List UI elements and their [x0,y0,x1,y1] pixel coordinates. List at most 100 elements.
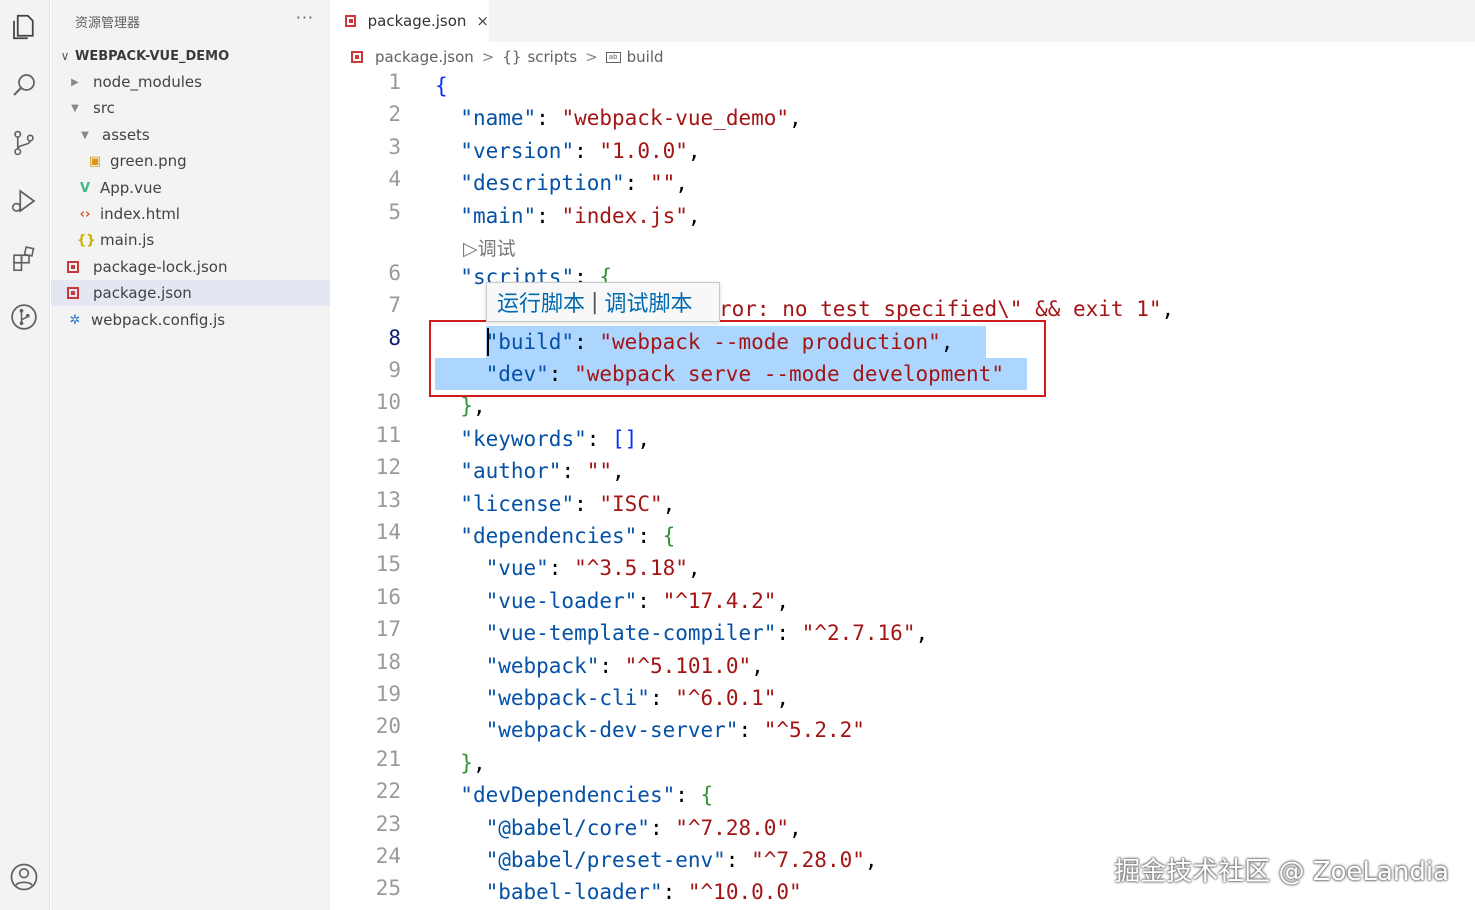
line-number: 9 [388,358,401,382]
tree-item-green-png[interactable]: ▣ green.png [51,148,330,174]
explorer-sidebar: 资源管理器 ··· ∨ WEBPACK-VUE_DEMO ▶ node_modu… [51,0,330,910]
breadcrumb-separator: > [481,48,495,66]
code-line: "vue-loader": "^17.4.2", [485,589,790,613]
chevron-down-icon: ∨ [60,49,70,63]
chevron-right-icon: ▶ [71,76,79,88]
webpack-config-icon: ✲ [69,312,81,328]
code-editor[interactable]: 1 2 3 4 5 6 7 8 9 10 11 12 13 14 15 16 1… [331,70,1475,910]
line-number-active: 8 [388,326,401,350]
project-root[interactable]: ∨ WEBPACK-VUE_DEMO [51,43,330,69]
image-file-icon: ▣ [88,153,102,169]
tree-item-app-vue[interactable]: V App.vue [51,175,330,201]
line-number: 2 [388,102,401,126]
line-number: 14 [375,520,401,544]
line-number: 25 [375,876,401,900]
code-line: "author": "", [460,459,625,483]
line-number: 6 [388,261,401,285]
code-line: "dependencies": { [460,524,676,548]
line-number: 10 [375,390,401,414]
explorer-title: 资源管理器 [75,16,141,31]
tree-item-label: green.png [110,152,187,170]
source-control-icon[interactable] [7,126,41,160]
line-number: 20 [375,714,401,738]
code-line: "webpack-cli": "^6.0.1", [485,686,790,710]
debug-codelens[interactable]: ▷调试 [463,234,516,261]
breadcrumb-file[interactable]: package.json [375,48,474,66]
code-line: { [435,74,448,98]
chevron-down-icon: ▼ [71,102,79,114]
tree-item-label: src [93,99,115,117]
debug-script-link[interactable]: 调试脚本 [604,286,692,318]
npm-json-icon [345,15,356,27]
line-number: 22 [375,779,401,803]
tree-item-index-html[interactable]: ‹› index.html [51,201,330,227]
npm-json-icon [351,51,363,63]
vue-file-icon: V [79,180,91,196]
line-number: 3 [388,135,401,159]
code-line: }, [460,751,486,775]
run-script-link[interactable]: 运行脚本 [497,286,585,318]
tree-item-label: index.html [100,205,180,223]
line-number: 1 [388,70,401,94]
tree-item-src[interactable]: ▼ src [51,95,330,121]
hover-separator: | [591,289,599,315]
line-number: 7 [388,293,401,317]
account-icon[interactable] [7,860,41,894]
line-number: 5 [388,200,401,224]
line-number: 11 [375,423,401,447]
line-number: 19 [375,682,401,706]
extensions-icon[interactable] [7,242,41,276]
code-line: "@babel/preset-env": "^7.28.0", [485,848,878,872]
line-number: 23 [375,812,401,836]
tree-item-assets[interactable]: ▼ assets [51,122,330,148]
tree-item-label: webpack.config.js [91,311,226,329]
line-number: 13 [375,488,401,512]
html-file-icon: ‹› [79,206,91,222]
tree-item-webpack-config-js[interactable]: ✲ webpack.config.js [51,307,330,333]
tab-bar: package.json × [331,0,1475,42]
tree-item-label: node_modules [93,73,202,91]
code-line: "vue-template-compiler": "^2.7.16", [485,621,929,645]
tree-item-package-json[interactable]: package.json [51,280,330,306]
breadcrumb-scripts[interactable]: scripts [527,48,577,66]
highlight-box [429,320,1046,397]
tree-item-label: App.vue [100,179,162,197]
tree-item-node-modules[interactable]: ▶ node_modules [51,69,330,95]
breadcrumb: package.json > {} scripts > ab build [351,44,664,70]
code-line: "babel-loader": "^10.0.0" [485,880,802,904]
close-icon[interactable]: × [476,12,489,30]
chevron-down-icon: ▼ [81,129,89,141]
git-graph-icon[interactable] [7,300,41,334]
line-number: 15 [375,552,401,576]
object-icon: {} [502,48,522,66]
watermark: 掘金技术社区 @ ZoeLandia [1114,857,1449,887]
explorer-icon[interactable] [7,10,41,44]
line-number: 12 [375,455,401,479]
tab-package-json[interactable]: package.json × [331,0,489,42]
code-line: "keywords": [], [460,427,650,451]
search-icon[interactable] [7,68,41,102]
tree-item-package-lock-json[interactable]: package-lock.json [51,254,330,280]
line-number: 17 [375,617,401,641]
line-number: 16 [375,585,401,609]
line-number: 18 [375,650,401,674]
run-debug-icon[interactable] [7,184,41,218]
code-line: "version": "1.0.0", [460,139,701,163]
line-number: 4 [388,167,401,191]
activity-bar [0,0,50,910]
code-line: "description": "", [460,171,688,195]
code-line: "@babel/core": "^7.28.0", [485,816,802,840]
line-number: 21 [375,747,401,771]
more-actions-button[interactable]: ··· [296,8,314,27]
tree-item-label: package-lock.json [93,258,228,276]
breadcrumb-separator: > [585,48,598,66]
tree-item-main-js[interactable]: {} main.js [51,227,330,253]
script-hover-popup: 运行脚本 | 调试脚本 [486,282,720,322]
npm-json-icon [67,261,79,273]
editor-area: package.json × package.json > {} scripts… [331,0,1475,910]
string-property-icon: ab [605,51,621,63]
tab-label: package.json [367,12,467,30]
npm-json-icon [67,287,79,299]
tree-item-label: main.js [100,231,155,249]
breadcrumb-build[interactable]: build [627,48,664,66]
